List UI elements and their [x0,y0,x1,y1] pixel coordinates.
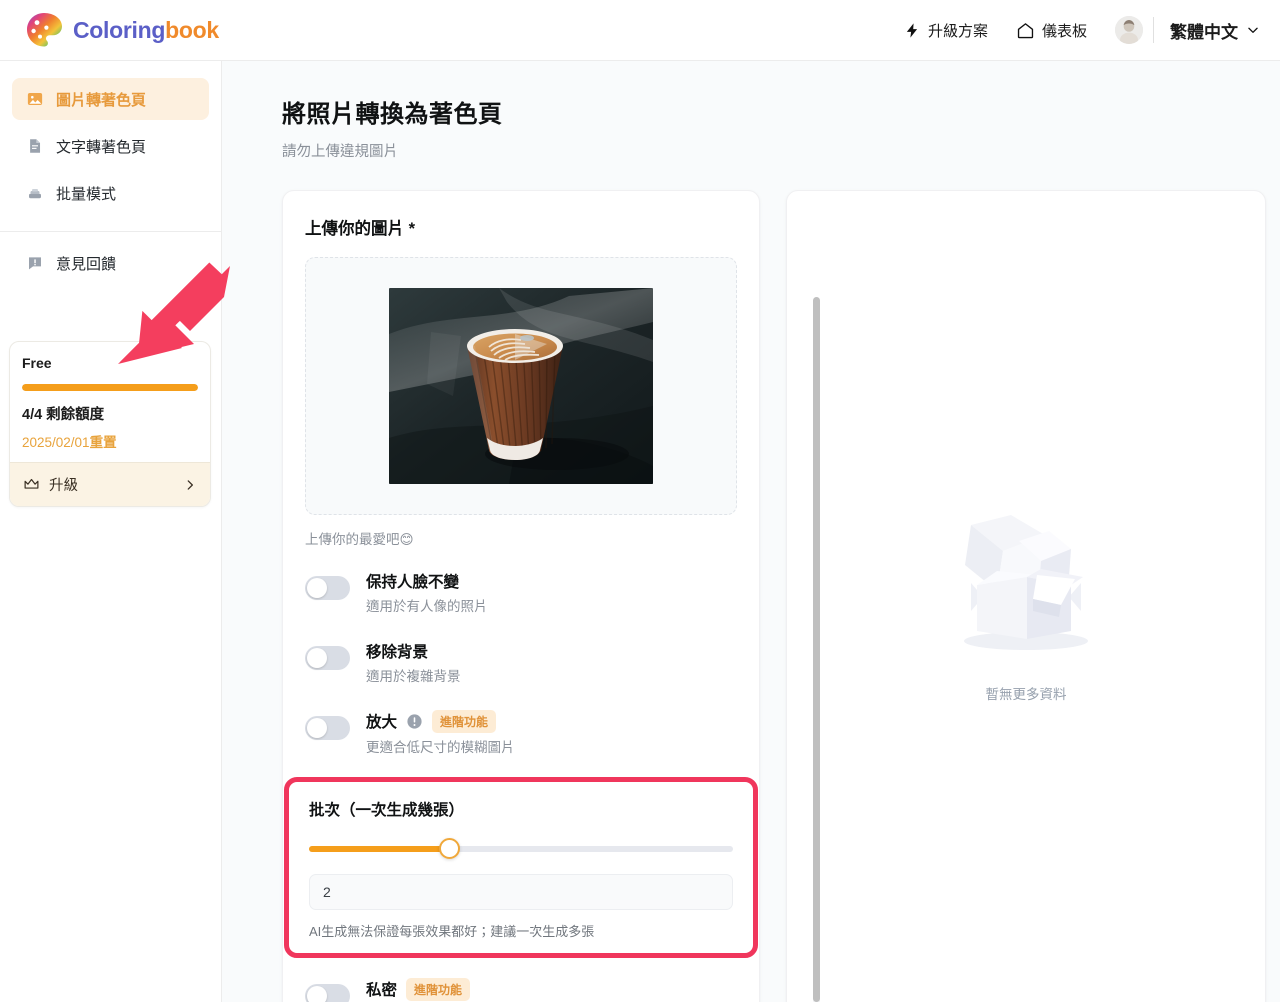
plan-reset-text: 2025/02/01重置 [22,431,198,451]
upgrade-plan-button[interactable]: 升級方案 [890,12,1002,49]
sidebar-item-label: 批量模式 [56,185,117,203]
sidebar-item-text-to-coloring[interactable]: 文字轉著色頁 [12,125,209,167]
option-keep-face: 保持人臉不變 適用於有人像的照片 [305,570,737,618]
avatar-image [1115,16,1143,44]
results-card: 暫無更多資料 [786,190,1266,1002]
plan-reset-date: 2025/02/01 [22,435,90,450]
toggle-privacy[interactable] [305,983,350,1002]
plan-reset-label: 重置 [89,435,117,450]
chevron-right-icon [187,479,193,490]
required-mark: * [408,220,416,238]
crown-icon [24,478,39,489]
sidebar-item-image-to-coloring[interactable]: 圖片轉著色頁 [12,78,209,120]
page-title: 將照片轉換為著色頁 [282,101,503,128]
option-heading: 移除背景 [366,640,461,662]
toggle-remove-background[interactable] [305,645,350,670]
scrollbar-thumb[interactable] [813,297,820,1002]
badge-advanced-feature: 進階功能 [432,709,497,733]
option-text-block: 私密 進階功能 只有付費會員才能開啟隱私模式；隱私模式下，上傳的圖僅自己可見，否… [366,977,734,1002]
app-header: Coloringbook 升級方案 儀表板 繁體中文 [0,0,1280,61]
dashboard-label: 儀表板 [1041,22,1087,40]
toggle-upscale[interactable] [305,715,350,740]
batch-slider[interactable] [309,837,733,860]
palette-icon [27,13,62,47]
upload-caption: 上傳你的最愛吧😊 [305,532,414,547]
info-exclamation-icon[interactable] [406,713,423,730]
option-upscale: 放大 進階功能 更適合低尺寸的模糊圖片 [305,709,737,759]
option-desc: 適用於有人像的照片 [366,599,488,614]
badge-advanced-feature: 進階功能 [406,977,471,1001]
sidebar-item-batch-mode[interactable]: 批量模式 [12,172,209,214]
slider-fill [309,845,449,852]
lightning-bolt-icon [906,22,918,38]
option-title: 移除背景 [366,643,429,661]
empty-box-illustration [964,515,1088,650]
batch-hint: AI生成無法保證每張效果都好；建議一次生成多張 [309,923,595,939]
option-text-block: 移除背景 適用於複雜背景 [366,640,461,688]
plan-quota-text: 4/4 剩餘額度 [22,407,105,423]
batch-section-highlight: 批次（一次生成幾張） 2 AI生成無法保證每張效果都好；建議一次生成多張 [284,776,758,958]
option-text-block: 放大 進階功能 更適合低尺寸的模糊圖片 [366,709,515,759]
option-desc: 更適合低尺寸的模糊圖片 [366,739,515,755]
sidebar-item-feedback[interactable]: 意見回饋 [12,242,209,284]
document-icon [30,139,41,153]
brand-name-part2: book [165,16,219,43]
option-heading: 放大 進階功能 [366,709,515,733]
layers-icon [29,188,41,199]
brand-name-part1: Coloring [73,16,166,43]
option-title: 保持人臉不變 [366,574,460,591]
batch-title: 批次（一次生成幾張） [309,801,465,819]
main-content: 將照片轉換為著色頁 請勿上傳違規圖片 上傳你的圖片 * 上傳你的最愛吧😊 保持人… [222,61,1280,1002]
brand-name: Coloringbook [73,17,219,44]
option-desc: 適用於複雜背景 [366,668,461,684]
upload-section-label: 上傳你的圖片 [305,220,404,238]
language-label: 繁體中文 [1170,22,1238,42]
language-selector[interactable]: 繁體中文 [1154,10,1266,51]
coffee-cup-photo [389,288,653,484]
plan-card-body: Free 4/4 剩餘額度 2025/02/01重置 [10,342,210,462]
plan-upgrade-label: 升級 [49,478,78,494]
batch-count-value: 2 [323,883,331,900]
slider-thumb[interactable] [438,837,460,859]
dashboard-button[interactable]: 儀表板 [1002,12,1101,49]
option-heading: 保持人臉不變 [366,570,488,592]
header-actions: 升級方案 儀表板 繁體中文 [890,10,1266,51]
option-heading: 私密 進階功能 [366,977,734,1001]
plan-quota-progress [22,384,198,391]
upload-settings-card: 上傳你的圖片 * 上傳你的最愛吧😊 保持人臉不變 適用於有人像的照片 移除背景 … [282,190,760,1002]
option-title: 私密 [366,982,398,1000]
sidebar-divider [0,231,221,232]
upload-section-title: 上傳你的圖片 * [305,215,737,239]
option-remove-background: 移除背景 適用於複雜背景 [305,640,737,688]
sidebar-item-label: 文字轉著色頁 [56,138,147,156]
option-title: 放大 [366,714,398,732]
plan-card: Free 4/4 剩餘額度 2025/02/01重置 升級 [9,341,211,507]
batch-count-input[interactable]: 2 [309,873,733,910]
left-card-scrollbar[interactable] [813,297,820,1002]
upgrade-plan-label: 升級方案 [927,22,988,40]
brand-logo-link[interactable]: Coloringbook [24,10,219,50]
sidebar: 圖片轉著色頁 文字轉著色頁 批量模式 意見回饋 Free 4/4 剩餘額度 20… [0,61,222,1002]
page-subtitle: 請勿上傳違規圖片 [282,144,398,160]
batch-section-wrapper: 批次（一次生成幾張） 2 AI生成無法保證每張效果都好；建議一次生成多張 [283,776,759,958]
plan-upgrade-button[interactable]: 升級 [10,462,210,506]
chat-icon [29,257,41,270]
user-avatar[interactable] [1115,16,1143,44]
toggle-keep-face[interactable] [305,576,350,600]
plan-name: Free [22,355,52,371]
empty-state: 暫無更多資料 [941,513,1111,703]
chevron-down-icon [1248,27,1258,33]
empty-state-text: 暫無更多資料 [985,687,1067,702]
option-text-block: 保持人臉不變 適用於有人像的照片 [366,570,488,618]
home-icon [1017,22,1034,38]
image-icon [27,93,43,105]
option-privacy: 私密 進階功能 只有付費會員才能開啟隱私模式；隱私模式下，上傳的圖僅自己可見，否… [305,977,737,1002]
panes-container: 上傳你的圖片 * 上傳你的最愛吧😊 保持人臉不變 適用於有人像的照片 移除背景 … [282,190,1280,1002]
sidebar-item-label: 意見回饋 [56,255,117,273]
sidebar-item-label: 圖片轉著色頁 [56,91,147,109]
image-dropzone[interactable] [305,257,737,515]
